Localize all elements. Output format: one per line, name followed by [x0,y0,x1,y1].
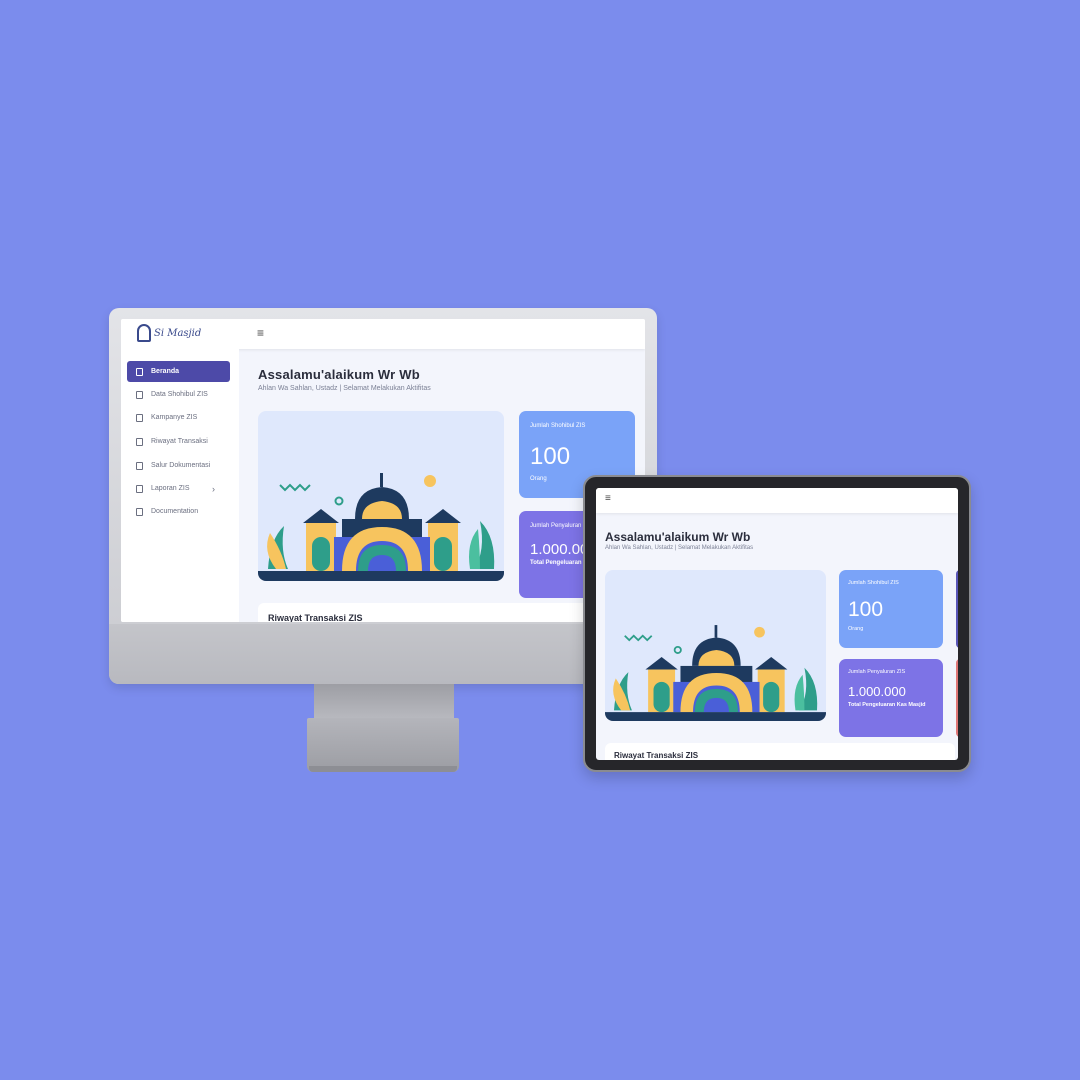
hamburger-icon[interactable]: ≡ [605,493,611,504]
sidebar-item-kampanye[interactable]: Kampanye ZIS [127,407,230,428]
grid-icon [136,367,143,376]
document-icon [136,507,143,516]
logo-text: Si Masjid [154,327,202,339]
chevron-right-icon: › [212,483,215,494]
sidebar-item-laporan[interactable]: Laporan ZIS › [127,478,230,499]
page-title: Assalamu'alaikum Wr Wb [258,367,420,382]
mosque-illustration [258,411,504,581]
card-label: Jumlah Shohibul ZIS [848,580,899,586]
tablet-device: ≡ Assalamu'alaikum Wr Wb Ahlan Wa Sahlan… [583,475,971,772]
sidebar-item-label: Kampanye ZIS [151,414,198,421]
desktop-screen: Si Masjid ≡ Beranda Data Shohibul ZIS Ka… [121,319,645,622]
mosque-icon [258,473,504,581]
transaction-table-card: Riwayat Transaksi ZIS [605,743,955,760]
monitor-stand-base [307,718,459,772]
sidebar-item-label: Salur Dokumentasi [151,462,211,469]
sidebar-item-beranda[interactable]: Beranda [127,361,230,382]
sidebar-item-label: Data Shohibul ZIS [151,391,208,398]
sidebar-item-data-shohibul[interactable]: Data Shohibul ZIS [127,384,230,405]
hamburger-icon[interactable]: ≡ [257,326,264,340]
card-value: 1.000.000 [848,684,906,699]
card-label: Jumlah Shohibul ZIS [530,423,586,429]
table-title: Riwayat Transaksi ZIS [268,613,363,622]
page-subtitle: Ahlan Wa Sahlan, Ustadz | Selamat Melaku… [605,545,754,551]
document-icon [136,390,143,399]
card-caption: Orang [530,476,547,482]
card-value: 100 [848,598,884,621]
tablet-screen: ≡ Assalamu'alaikum Wr Wb Ahlan Wa Sahlan… [596,488,958,760]
stat-card-shohibul[interactable]: Jumlah Shohibul ZIS 100 Orang [839,570,943,648]
card-value: 100 [530,443,571,470]
sidebar-item-label: Documentation [151,508,199,515]
monitor-stand-neck [314,684,454,720]
top-navbar: ≡ [596,488,958,513]
sidebar-item-salur[interactable]: Salur Dokumentasi [127,455,230,476]
sidebar: Beranda Data Shohibul ZIS Kampanye ZIS R… [121,349,239,622]
page-subtitle: Ahlan Wa Sahlan, Ustadz | Selamat Melaku… [258,385,431,392]
card-caption: Total Pengeluaran Kas Masjid [848,702,926,708]
document-icon [136,413,143,422]
top-navbar: Si Masjid ≡ [121,319,645,349]
mosque-icon [605,625,826,721]
table-title: Riwayat Transaksi ZIS [614,751,699,760]
stat-card-penyaluran[interactable]: Jumlah Penyaluran ZIS 1.000.000 Total Pe… [839,659,943,737]
mosque-logo-icon [137,324,151,342]
sidebar-item-label: Beranda [151,368,180,375]
app-logo[interactable]: Si Masjid [137,324,201,342]
document-icon [136,437,143,446]
stat-card-partial[interactable] [956,570,958,648]
desktop-monitor: Si Masjid ≡ Beranda Data Shohibul ZIS Ka… [109,308,657,684]
monitor-chin [109,624,657,684]
sidebar-item-documentation[interactable]: Documentation [127,501,230,522]
monitor-stand-foot [309,766,457,772]
sidebar-item-label: Laporan ZIS [151,485,190,492]
mosque-illustration [605,570,826,721]
sidebar-item-riwayat[interactable]: Riwayat Transaksi [127,431,230,452]
mail-icon [136,461,143,470]
sidebar-item-label: Riwayat Transaksi [151,438,208,445]
transaction-table-card: Riwayat Transaksi ZIS [258,603,638,622]
document-icon [136,484,143,493]
card-caption: Orang [848,626,864,632]
page-title: Assalamu'alaikum Wr Wb [605,530,751,544]
stat-card-partial[interactable] [956,659,958,737]
card-label: Jumlah Penyaluran ZIS [848,669,906,675]
